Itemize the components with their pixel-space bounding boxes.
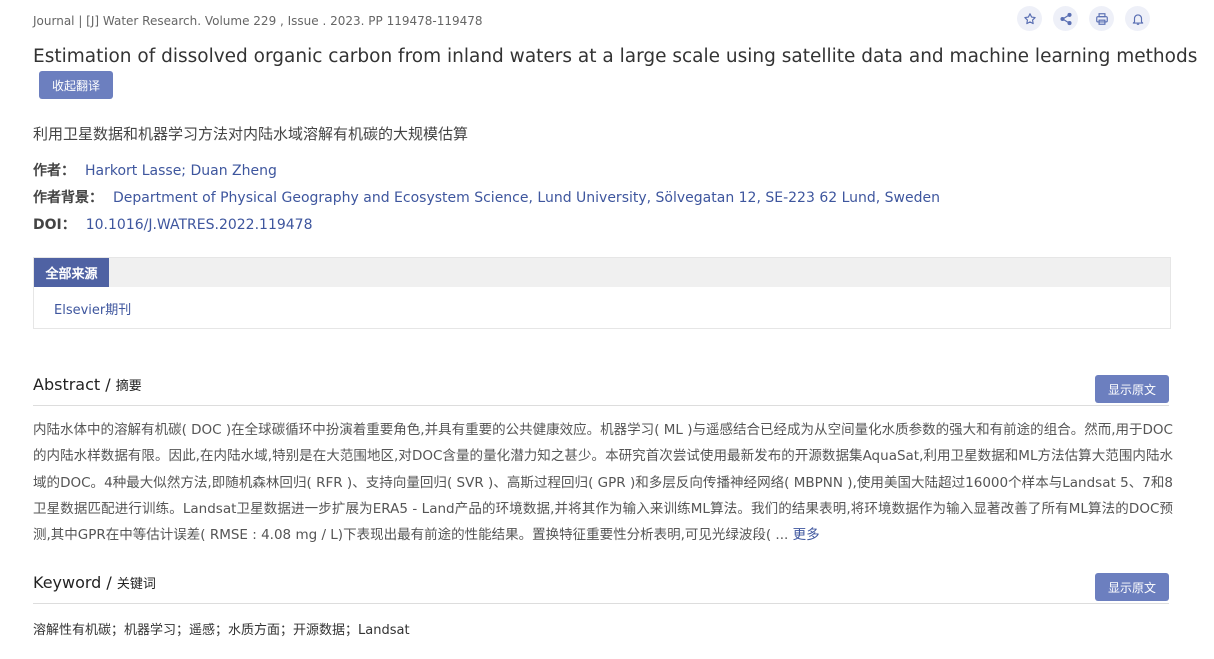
keyword-show-original-button[interactable]: 显示原文 <box>1095 573 1169 601</box>
abstract-body: 内陆水体中的溶解有机碳( DOC )在全球碳循环中扮演着重要角色,并具有重要的公… <box>33 417 1173 548</box>
authors-label: 作者： <box>33 163 75 179</box>
share-button[interactable] <box>1053 6 1078 31</box>
tab-all-sources[interactable]: 全部来源 <box>34 258 109 287</box>
journal-citation: Journal | [J] Water Research. Volume 229… <box>33 14 483 28</box>
affiliation-value[interactable]: Department of Physical Geography and Eco… <box>113 190 940 206</box>
abstract-show-original-button[interactable]: 显示原文 <box>1095 375 1169 403</box>
action-toolbar <box>1017 6 1150 31</box>
bell-icon <box>1132 13 1143 25</box>
affiliation-row: 作者背景： Department of Physical Geography an… <box>33 187 940 207</box>
favorite-button[interactable] <box>1017 6 1042 31</box>
share-icon <box>1059 12 1072 25</box>
keyword-list: 溶解性有机碳；机器学习；遥感；水质方面；开源数据；Landsat <box>33 623 410 638</box>
abstract-heading: Abstract / 摘要 <box>33 375 142 394</box>
collapse-translation-button[interactable]: 收起翻译 <box>39 71 113 99</box>
abstract-heading-en: Abstract / <box>33 375 111 394</box>
star-icon <box>1023 12 1036 24</box>
sources-tab-bar: 全部来源 <box>34 258 1170 287</box>
subscribe-button[interactable] <box>1125 6 1150 31</box>
source-link-elsevier[interactable]: Elsevier期刊 <box>54 299 131 318</box>
abstract-heading-cn: 摘要 <box>115 379 142 394</box>
translated-title: 利用卫星数据和机器学习方法对内陆水域溶解有机碳的大规模估算 <box>33 125 469 143</box>
abstract-more-link[interactable]: 更多 <box>793 527 820 543</box>
keyword-header: Keyword / 关键词 显示原文 <box>33 573 1169 604</box>
authors-row: 作者： Harkort Lasse; Duan Zheng <box>33 160 277 180</box>
doi-label: DOI： <box>33 217 76 233</box>
print-button[interactable] <box>1089 6 1114 31</box>
sources-panel: 全部来源 Elsevier期刊 <box>33 257 1171 329</box>
keyword-heading-cn: 关键词 <box>116 577 156 592</box>
keyword-heading-en: Keyword / <box>33 573 112 592</box>
doi-value[interactable]: 10.1016/J.WATRES.2022.119478 <box>86 217 313 233</box>
affiliation-label: 作者背景： <box>33 190 103 206</box>
print-icon <box>1095 12 1108 25</box>
article-title: Estimation of dissolved organic carbon f… <box>33 46 1198 67</box>
authors-value[interactable]: Harkort Lasse; Duan Zheng <box>85 163 277 179</box>
abstract-text: 内陆水体中的溶解有机碳( DOC )在全球碳循环中扮演着重要角色,并具有重要的公… <box>33 422 1173 544</box>
doi-row: DOI： 10.1016/J.WATRES.2022.119478 <box>33 214 312 234</box>
keyword-heading: Keyword / 关键词 <box>33 573 156 592</box>
abstract-header: Abstract / 摘要 显示原文 <box>33 375 1169 406</box>
